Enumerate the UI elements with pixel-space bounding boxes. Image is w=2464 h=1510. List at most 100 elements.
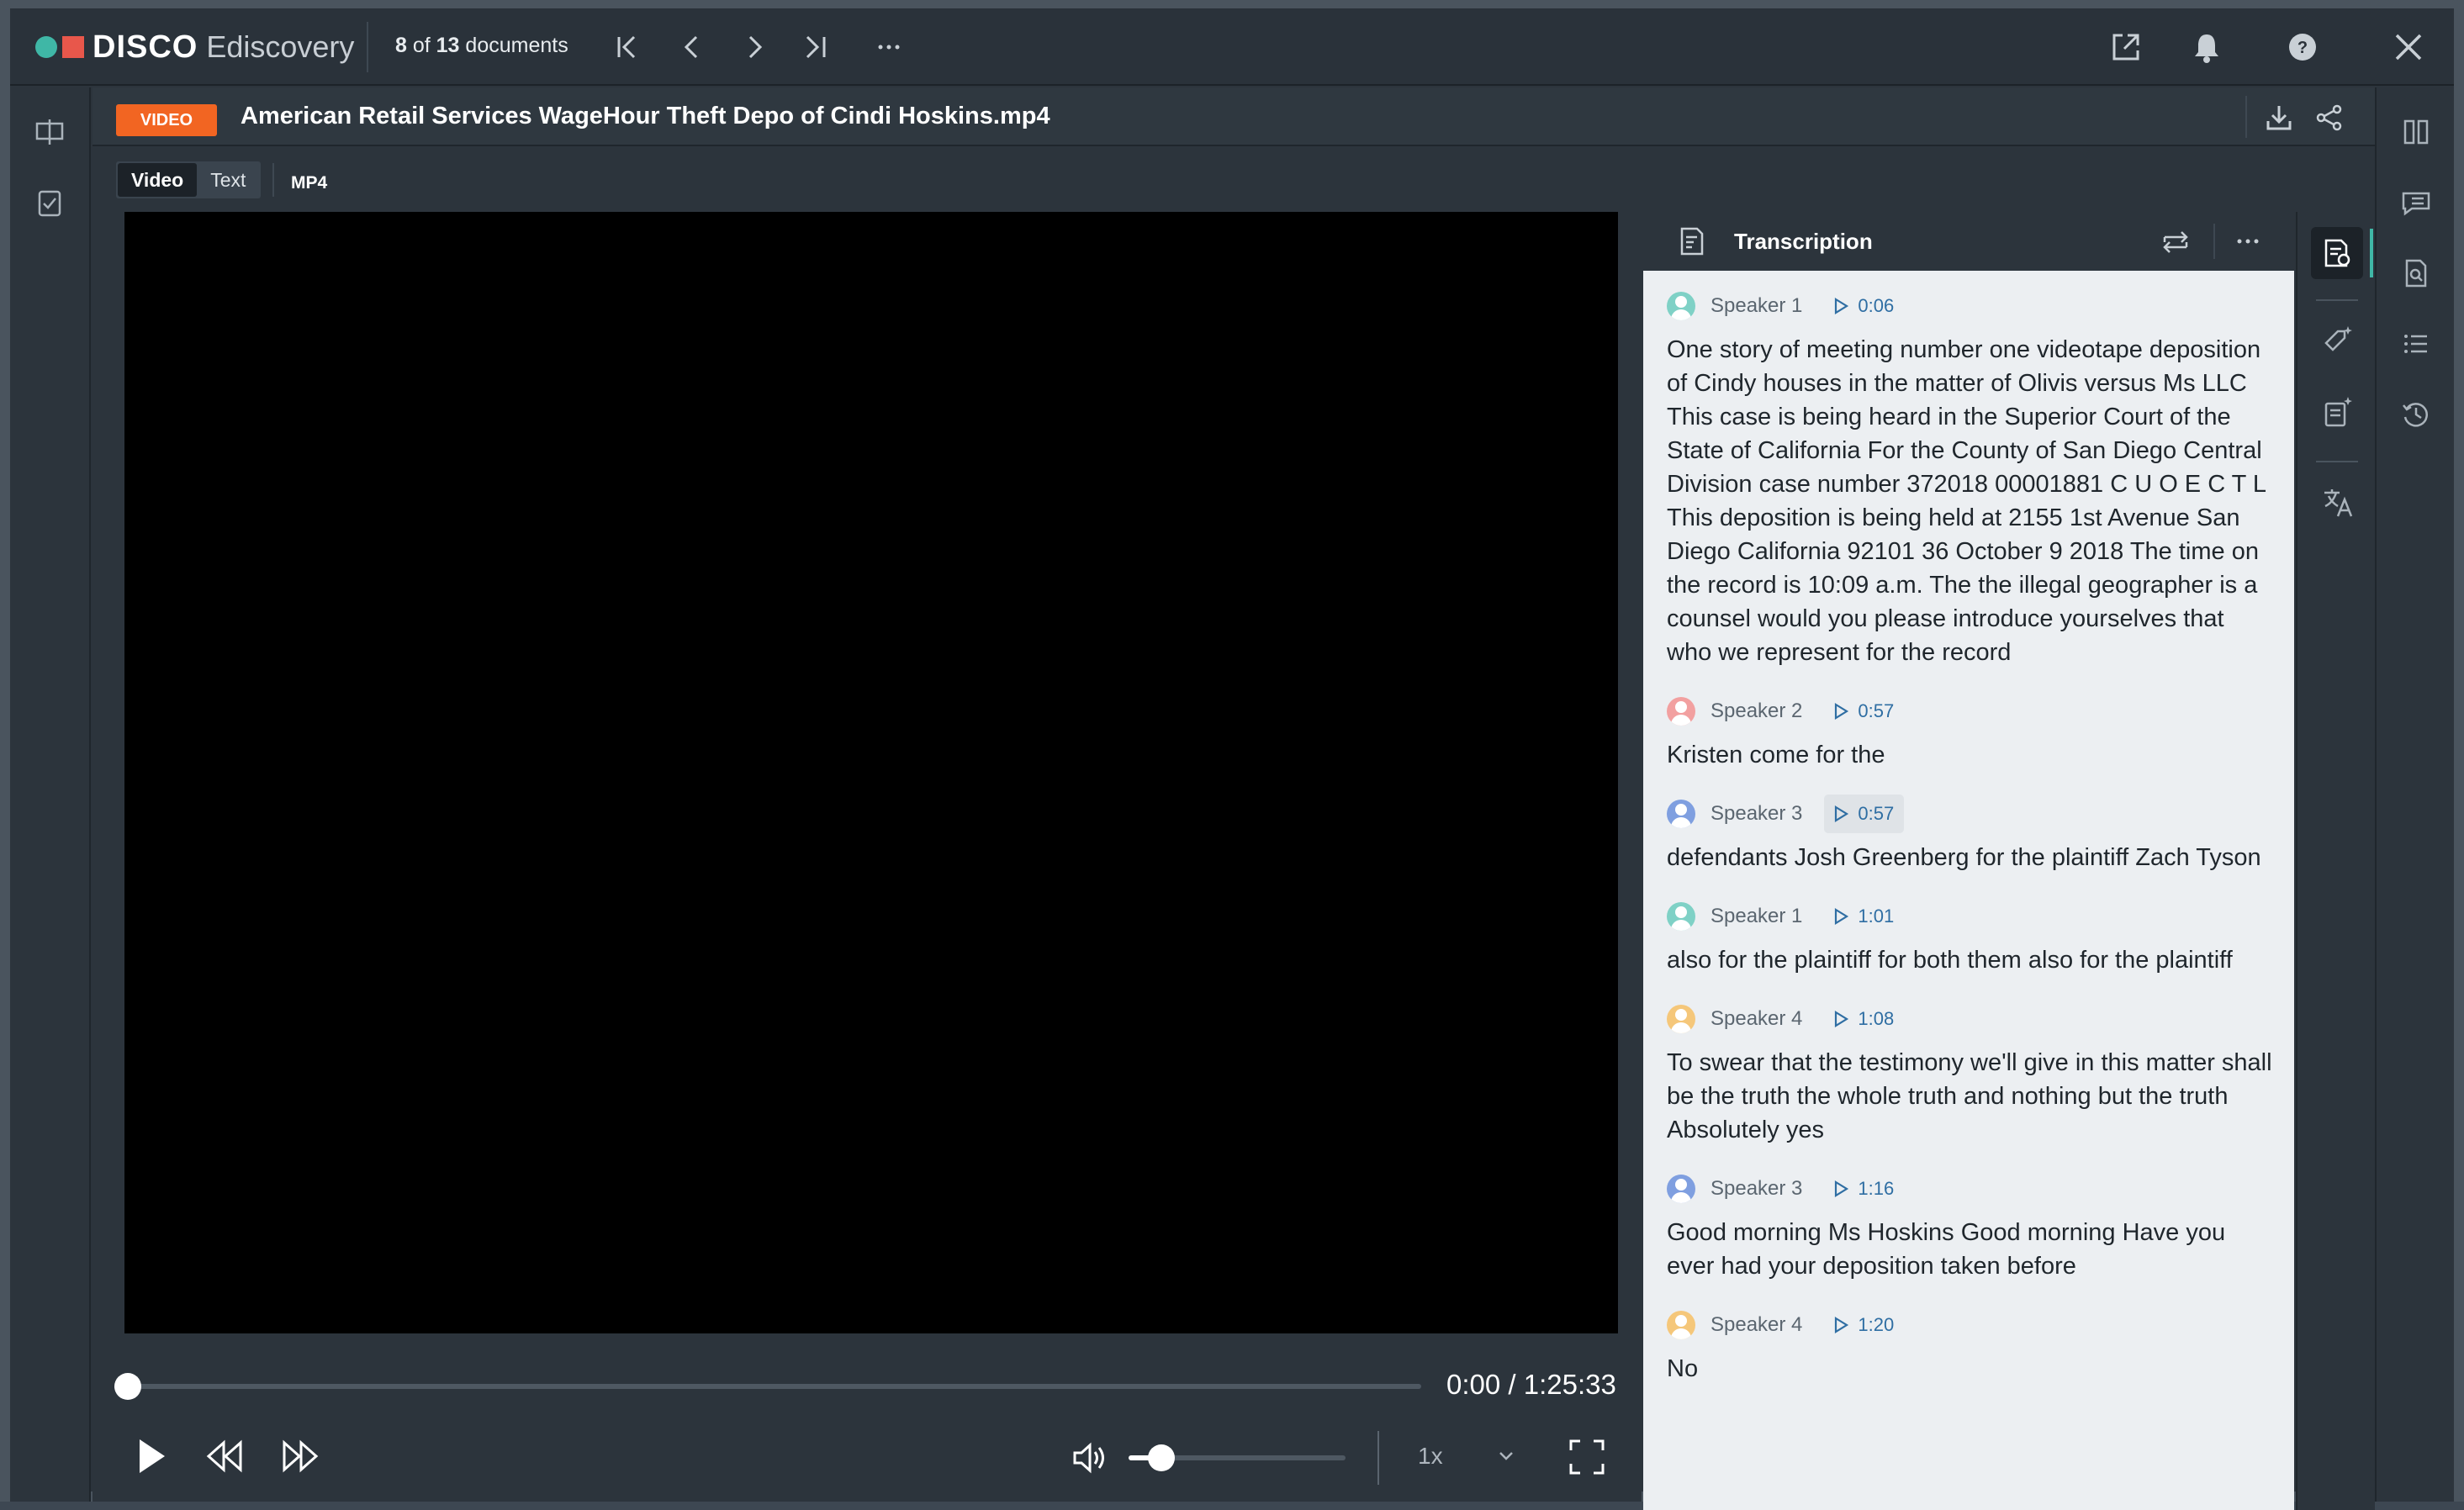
app-window: DISCO Ediscovery 8 of 13 documents ? VID… bbox=[0, 0, 2464, 1510]
transcription-panel: Transcription Speaker 1 0:06 One story of … bbox=[1643, 212, 2294, 1510]
playback-speed[interactable]: 1x bbox=[1418, 1443, 1443, 1470]
speaker-name: Speaker 3 bbox=[1711, 802, 1803, 825]
video-viewport[interactable] bbox=[124, 212, 1618, 1333]
fast-forward-icon[interactable] bbox=[279, 1439, 320, 1473]
transcript-text: also for the plaintiff for both them als… bbox=[1667, 947, 2233, 974]
avatar bbox=[1667, 1311, 1695, 1339]
transcript-text: Kristen come for the bbox=[1667, 742, 1885, 768]
volume-handle[interactable] bbox=[1147, 1444, 1175, 1471]
columns-icon[interactable] bbox=[2400, 116, 2432, 148]
avatar bbox=[1667, 1175, 1695, 1203]
left-rail bbox=[10, 87, 91, 1502]
timestamp-button[interactable]: 1:01 bbox=[1824, 897, 1904, 936]
timestamp: 0:06 bbox=[1858, 295, 1895, 316]
chevron-left-icon[interactable] bbox=[678, 32, 706, 62]
chevron-right-icon[interactable] bbox=[740, 32, 769, 62]
play-icon[interactable] bbox=[133, 1436, 170, 1476]
avatar bbox=[1667, 1005, 1695, 1033]
speaker-row: Speaker 4 1:20 bbox=[1667, 1308, 2272, 1342]
more-icon[interactable] bbox=[876, 32, 902, 62]
play-small-icon bbox=[1835, 1317, 1849, 1333]
timestamp-button[interactable]: 1:16 bbox=[1824, 1169, 1904, 1208]
transcript-text: To swear that the testimony we'll give i… bbox=[1667, 1049, 2272, 1143]
top-bar: DISCO Ediscovery 8 of 13 documents ? bbox=[10, 8, 2454, 86]
disco-logo: DISCO Ediscovery bbox=[35, 29, 354, 66]
view-tabs-bar: Video Text MP4 bbox=[93, 148, 2375, 209]
doc-of: of bbox=[406, 34, 436, 57]
timestamp: 1:01 bbox=[1858, 905, 1895, 927]
sync-icon[interactable] bbox=[2160, 225, 2192, 257]
list-icon[interactable] bbox=[2400, 328, 2432, 360]
more-icon[interactable] bbox=[2235, 225, 2260, 257]
timestamp-button[interactable]: 1:20 bbox=[1824, 1306, 1904, 1344]
view-tabs: Video Text bbox=[116, 161, 262, 198]
notification-bell-icon[interactable] bbox=[2190, 30, 2223, 64]
checklist-icon[interactable] bbox=[34, 187, 66, 219]
transcript-text: defendants Josh Greenberg for the plaint… bbox=[1667, 844, 2261, 871]
transcript-entry: Speaker 3 0:57 defendants Josh Greenberg f… bbox=[1667, 795, 2272, 874]
pop-out-icon[interactable] bbox=[2109, 30, 2143, 64]
transcript-entry: Speaker 1 0:06 One story of meeting number… bbox=[1667, 289, 2272, 669]
product-name: Ediscovery bbox=[206, 29, 355, 64]
transcript-entry: Speaker 2 0:57 Kristen come for the bbox=[1667, 694, 2272, 772]
transcript-text: No bbox=[1667, 1355, 1699, 1382]
fullscreen-icon[interactable] bbox=[1568, 1438, 1606, 1476]
time-readout: 0:00 / 1:25:33 bbox=[1446, 1369, 1616, 1401]
help-icon[interactable]: ? bbox=[2286, 30, 2319, 64]
seek-handle[interactable] bbox=[114, 1373, 141, 1400]
document-search-icon[interactable] bbox=[2400, 257, 2432, 289]
transcription-title: Transcription bbox=[1734, 229, 1873, 254]
translate-icon[interactable] bbox=[2321, 486, 2355, 520]
play-small-icon bbox=[1835, 1011, 1849, 1027]
player-controls: 0:00 / 1:25:33 1x bbox=[93, 1333, 1642, 1502]
avatar bbox=[1667, 292, 1695, 320]
speaker-name: Speaker 1 bbox=[1711, 294, 1803, 317]
divider bbox=[2245, 96, 2247, 138]
document-title: American Retail Services WageHour Theft … bbox=[241, 103, 1050, 129]
transcription-header: Transcription bbox=[1643, 212, 2294, 271]
play-small-icon bbox=[1835, 703, 1849, 720]
download-icon[interactable] bbox=[2264, 103, 2294, 133]
divider bbox=[272, 163, 274, 197]
avatar bbox=[1667, 902, 1695, 931]
tab-text[interactable]: Text bbox=[197, 163, 259, 197]
timestamp: 0:57 bbox=[1858, 803, 1895, 824]
play-small-icon bbox=[1835, 1180, 1849, 1197]
comment-list-icon[interactable] bbox=[2400, 187, 2432, 219]
speaker-row: Speaker 2 0:57 bbox=[1667, 694, 2272, 728]
seek-bar[interactable] bbox=[128, 1384, 1421, 1389]
speaker-row: Speaker 1 0:06 bbox=[1667, 289, 2272, 323]
right-rail bbox=[2375, 87, 2454, 1502]
last-page-icon[interactable] bbox=[801, 32, 829, 62]
compare-panel-icon[interactable] bbox=[34, 116, 66, 148]
logo-dot bbox=[35, 36, 57, 58]
timestamp-button[interactable]: 0:57 bbox=[1824, 795, 1905, 833]
speaker-row: Speaker 3 0:57 bbox=[1667, 795, 2272, 833]
timestamp: 1:20 bbox=[1858, 1314, 1895, 1335]
divider bbox=[367, 22, 368, 72]
speaker-row: Speaker 3 1:16 bbox=[1667, 1172, 2272, 1206]
timestamp-button[interactable]: 0:06 bbox=[1824, 287, 1904, 325]
share-icon[interactable] bbox=[2314, 103, 2345, 133]
history-icon[interactable] bbox=[2400, 399, 2432, 430]
play-small-icon bbox=[1835, 908, 1849, 925]
volume-icon[interactable] bbox=[1071, 1441, 1108, 1475]
avatar bbox=[1667, 800, 1695, 828]
current-time: 0:00 bbox=[1446, 1369, 1501, 1400]
ai-tag-icon[interactable] bbox=[2321, 325, 2355, 358]
transcription-icon bbox=[1677, 225, 1707, 257]
speaker-name: Speaker 1 bbox=[1711, 905, 1803, 927]
rewind-icon[interactable] bbox=[205, 1439, 246, 1473]
doc-current: 8 bbox=[395, 34, 407, 57]
transcript-entry: Speaker 4 1:08 To swear that the testimony… bbox=[1667, 1002, 2272, 1147]
tab-video[interactable]: Video bbox=[118, 163, 198, 197]
transcript-text: One story of meeting number one videotap… bbox=[1667, 336, 2266, 666]
transcription-tool-icon[interactable] bbox=[2321, 237, 2353, 269]
document-counter: 8 of 13 documents bbox=[395, 34, 568, 58]
timestamp-button[interactable]: 0:57 bbox=[1824, 692, 1904, 731]
close-icon[interactable] bbox=[2392, 30, 2425, 64]
first-page-icon[interactable] bbox=[614, 32, 642, 62]
ai-document-icon[interactable] bbox=[2321, 395, 2355, 429]
chevron-down-icon[interactable] bbox=[1497, 1449, 1515, 1463]
timestamp-button[interactable]: 1:08 bbox=[1824, 1000, 1904, 1038]
